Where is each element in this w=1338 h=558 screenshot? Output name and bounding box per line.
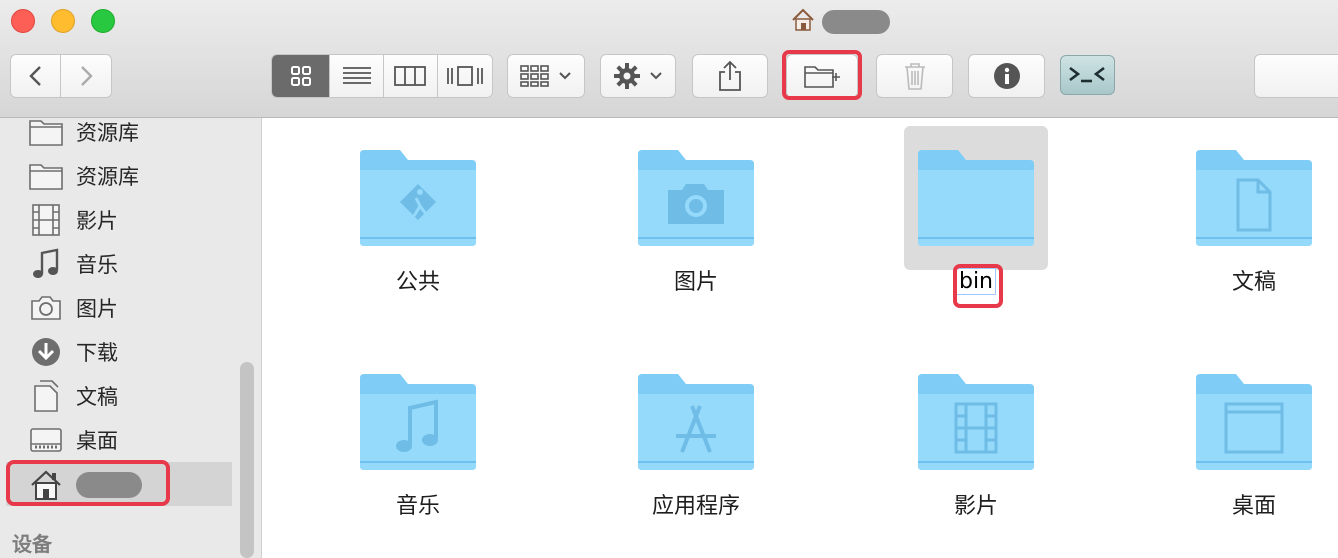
share-icon	[719, 60, 741, 91]
chevron-left-icon	[28, 66, 41, 86]
folder-label: 应用程序	[651, 494, 740, 519]
sidebar-item-desktop[interactable]: 桌面	[28, 422, 118, 458]
sidebar-item-label: 下载	[76, 341, 118, 365]
list-icon	[342, 67, 371, 84]
action-menu-button[interactable]	[600, 54, 676, 98]
sidebar-item-downloads[interactable]: 下载	[28, 334, 118, 370]
folder-applications[interactable]: 应用程序	[596, 372, 796, 520]
folder-label: 桌面	[1231, 494, 1276, 519]
sidebar-item-documents[interactable]: 文稿	[28, 378, 118, 414]
folder-desktop[interactable]: 桌面	[1154, 372, 1338, 520]
cover-flow-view-button[interactable]	[437, 55, 492, 97]
folder-label: 音乐	[395, 494, 440, 519]
folder-music[interactable]: 音乐	[318, 372, 518, 520]
home-item-highlight	[6, 460, 170, 506]
sidebar-item-label: 桌面	[76, 429, 118, 453]
chevron-right-icon	[81, 66, 93, 86]
film-icon	[28, 204, 64, 236]
pictures-folder-icon	[638, 150, 754, 246]
download-icon	[28, 336, 64, 368]
new-folder-highlight	[782, 50, 862, 100]
file-grid: 公共 图片 bin 文稿 音乐 应用程序 影片 桌面	[263, 118, 1338, 558]
music-note-icon	[28, 248, 64, 280]
movies-folder-icon	[918, 374, 1034, 470]
desktop-icon	[28, 424, 64, 456]
folder-pictures[interactable]: 图片	[596, 148, 796, 296]
sidebar-item-library[interactable]: 资源库	[28, 114, 139, 150]
column-view-button[interactable]	[383, 55, 438, 97]
finder-window: 资源库 资源库 影片 音乐 图片 下载 文稿 桌面 设备 公共 图片 bin 文…	[0, 0, 1338, 558]
arrange-menu-button[interactable]	[507, 54, 585, 98]
sidebar-item-label: 音乐	[76, 253, 118, 277]
share-button[interactable]	[692, 54, 768, 98]
folder-icon	[28, 160, 64, 192]
sidebar: 资源库 资源库 影片 音乐 图片 下载 文稿 桌面 设备	[0, 118, 262, 558]
folder-label: 公共	[395, 270, 440, 295]
redacted-username	[822, 10, 890, 34]
forward-button[interactable]	[61, 55, 111, 97]
trash-icon	[904, 63, 925, 90]
sidebar-item-label: 图片	[76, 297, 118, 321]
gear-icon	[614, 63, 640, 89]
sidebar-section-devices: 设备	[12, 532, 52, 556]
chevron-down-icon	[559, 72, 571, 80]
folder-movies[interactable]: 影片	[876, 372, 1076, 520]
columns-icon	[394, 66, 427, 86]
documents-folder-icon	[1196, 150, 1312, 246]
sidebar-item-label: 影片	[76, 209, 118, 233]
folder-icon	[918, 150, 1034, 246]
folder-documents[interactable]: 文稿	[1154, 148, 1338, 296]
folder-label: 文稿	[1231, 270, 1276, 295]
view-mode-segment	[271, 54, 493, 98]
folder-public[interactable]: 公共	[318, 148, 518, 296]
rename-highlight	[953, 264, 1003, 308]
terminal-button[interactable]	[1060, 55, 1115, 95]
list-view-button[interactable]	[330, 55, 384, 97]
toolbar	[0, 0, 1338, 118]
chevron-down-icon	[650, 72, 662, 80]
cover-flow-icon	[446, 66, 483, 86]
info-icon	[993, 63, 1020, 89]
arrange-grid-icon	[520, 65, 549, 87]
sidebar-scrollbar[interactable]	[240, 362, 254, 558]
sidebar-item-library-2[interactable]: 资源库	[28, 158, 139, 194]
document-icon	[28, 380, 64, 412]
folder-label: 图片	[673, 270, 718, 295]
icon-view-button[interactable]	[272, 55, 331, 97]
back-button[interactable]	[11, 55, 62, 97]
sidebar-item-label: 文稿	[76, 385, 118, 409]
folder-icon	[28, 116, 64, 148]
window-title	[790, 8, 890, 36]
grid-icon	[290, 66, 311, 86]
get-info-button[interactable]	[968, 54, 1045, 98]
sidebar-item-movies[interactable]: 影片	[28, 202, 118, 238]
close-button[interactable]	[11, 9, 35, 33]
sidebar-item-music[interactable]: 音乐	[28, 246, 118, 282]
minimize-button[interactable]	[51, 9, 75, 33]
search-field[interactable]	[1254, 54, 1338, 98]
home-icon	[790, 7, 816, 37]
sidebar-item-label: 资源库	[76, 165, 139, 189]
delete-button[interactable]	[876, 54, 953, 98]
zoom-button[interactable]	[91, 9, 115, 33]
camera-icon	[28, 292, 64, 324]
nav-buttons	[10, 54, 112, 98]
public-folder-icon	[360, 150, 476, 246]
sidebar-item-pictures[interactable]: 图片	[28, 290, 118, 326]
desktop-folder-icon	[1196, 374, 1312, 470]
applications-folder-icon	[638, 374, 754, 470]
folder-label: 影片	[953, 494, 998, 519]
terminal-icon	[1068, 66, 1105, 83]
sidebar-item-label: 资源库	[76, 121, 139, 145]
music-folder-icon	[360, 374, 476, 470]
